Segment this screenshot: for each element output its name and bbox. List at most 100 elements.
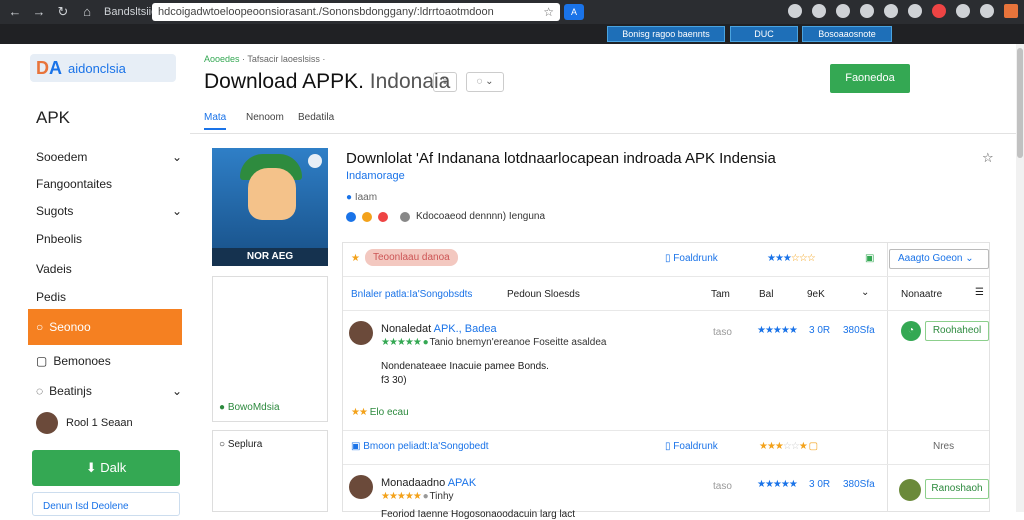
url-text[interactable]: hdcoigadwtoeloopeoonsiorasant./Sononsbdo… (158, 6, 543, 18)
bookmark-button-1[interactable]: Bonisg ragoo baennts (607, 26, 725, 42)
ext-icon-7[interactable] (932, 4, 946, 18)
breadcrumb-current: · Tafsacir laoeslsiss · (242, 54, 326, 64)
breadcrumb-link[interactable]: Aooedes (204, 54, 240, 64)
app-row-2-desc: Feoriod Iaenne Hogosonaoodacuin larg lac… (381, 509, 576, 520)
user-name: Rool 1 Seaan (66, 417, 133, 429)
download-circle-icon[interactable]: ◔ (901, 321, 921, 341)
sidebar-item-4[interactable]: Pnbeolis (36, 232, 182, 246)
user-profile[interactable]: Rool 1 Seaan (36, 412, 133, 434)
sidebar-heading: APK (36, 108, 71, 127)
ext-icon-3[interactable] (836, 4, 850, 18)
browser-toolbar: ← → ↻ ⌂ Bandsltsiiosa hdcoigadwtoeloopeo… (0, 0, 1024, 24)
logo-mark-icon: DA (36, 57, 62, 78)
app-subheading[interactable]: Indamorage (346, 170, 405, 182)
ext-icon-2[interactable] (812, 4, 826, 18)
sidebar-item-5[interactable]: Vadeis (36, 262, 182, 276)
header-col-4[interactable]: Bal (759, 289, 773, 300)
scrollbar[interactable] (1016, 44, 1024, 512)
info-icon (400, 211, 410, 222)
bookmark-button-3[interactable]: Bosoaaosnote (802, 26, 892, 42)
table-row[interactable]: Monadaadno APAK ★★★★★ ● Tinhy Feoriod Ia… (343, 465, 989, 520)
app-row-2-col-2: 3 0R (809, 479, 831, 490)
sort-select[interactable]: Aaagto Goeon ⌄ (889, 249, 989, 269)
header-col-5[interactable]: 9eK (807, 289, 825, 300)
bookmark-star-icon[interactable]: ☆ (543, 5, 554, 19)
verified-icon (308, 154, 322, 168)
rating-stars: ★★★☆☆☆ (767, 253, 816, 264)
list-icon[interactable]: ☰ (975, 287, 984, 298)
bookmark-button-2[interactable]: DUC (730, 26, 798, 42)
ext-icon-4[interactable] (860, 4, 874, 18)
check-icon[interactable]: ▣ (865, 253, 874, 264)
ext-icon-6[interactable] (908, 4, 922, 18)
app-row-2-button[interactable]: Ranoshaoh (925, 479, 989, 499)
developer-label: Iaam (354, 192, 378, 203)
sidebar-item-2[interactable]: Fangoontaites (36, 177, 182, 191)
subheader-label[interactable]: ▣ Bmoon peliadt:Ia'Songobedt (351, 441, 489, 452)
sidebar-item-6[interactable]: Pedis (36, 290, 182, 304)
header-col-2[interactable]: Pedoun Sloesds (507, 289, 580, 300)
home-icon[interactable]: ⌂ (80, 4, 94, 20)
app-row-footer[interactable]: ★★ Elo ecau (351, 407, 409, 418)
extension-icon[interactable]: A (564, 4, 584, 20)
ext-icon-1[interactable] (788, 4, 802, 18)
developer-row[interactable]: ● Iaam (346, 192, 377, 203)
app-row-col-1: taso (713, 327, 732, 338)
app-row-name[interactable]: Nonaledat APK., Badea (381, 323, 497, 335)
download-button[interactable]: ⬇ Dalk (32, 450, 180, 486)
app-icon-image[interactable]: NOR AEG (212, 148, 328, 266)
tab-details[interactable]: Bedatila (298, 112, 334, 123)
sidebar-item-1[interactable]: Sooedem ⌄ (36, 150, 182, 164)
filter-pill[interactable]: Teoonlaau danoa (365, 249, 458, 266)
filter-row: ★ Teoonlaau danoa ▯ Foaldrunk ★★★☆☆☆ ▣ A… (343, 243, 989, 277)
app-row-2-icon[interactable] (899, 479, 921, 501)
page-title: Download APPK. Indonaia (204, 70, 451, 93)
toggle-1[interactable]: ▯ Foaldrunk (665, 253, 718, 264)
extension-icons (788, 4, 1018, 18)
table-header: Bnlaler patla:Ia'Songobsdts Pedoun Sloes… (343, 277, 989, 311)
sidebar-item-bottom-1[interactable]: ▢ Bemonoes (36, 354, 182, 368)
ext-icon-5[interactable] (884, 4, 898, 18)
address-bar[interactable]: hdcoigadwtoeloopeoonsiorasant./Sononsbdo… (152, 3, 560, 21)
sidebar: DA aidonclsia APK Sooedem ⌄ Fangoontaites… (26, 50, 184, 516)
bookmark-icon[interactable]: ☆ (982, 150, 994, 166)
status-dot-icon: ● (219, 402, 228, 413)
table-row[interactable]: Nonaledat APK., Badea ★★★★★ ● Tanio bnem… (343, 311, 989, 431)
side-box-2-label[interactable]: ○ Seplura (219, 439, 262, 450)
tab-main[interactable]: Mata (204, 112, 227, 130)
toggle-2[interactable]: ▯ Foaldrunk (665, 441, 718, 452)
site-logo[interactable]: DA aidonclsia (30, 54, 176, 82)
forward-icon[interactable]: → (32, 4, 46, 20)
avatar (349, 475, 373, 499)
profile-icon[interactable] (1004, 4, 1018, 18)
top-action-button[interactable]: Faonedoa (830, 64, 910, 93)
sidebar-item-3[interactable]: Sugots ⌄ (36, 204, 182, 218)
chevron-down-icon: ⌄ (171, 384, 182, 398)
header-col-1[interactable]: Bnlaler patla:Ia'Songobsdts (351, 289, 472, 300)
rating-stars-2: ★★★☆☆★ ▢ (759, 441, 818, 452)
logo-text: aidonclsia (68, 60, 126, 76)
app-row-2-col-1: taso (713, 481, 732, 492)
scrollbar-thumb[interactable] (1017, 48, 1023, 158)
row2-right-label: Nres (933, 441, 955, 452)
tab-news[interactable]: Nenoom (246, 112, 284, 123)
badge-icon-3 (378, 211, 388, 222)
menu-icon[interactable] (956, 4, 970, 18)
sidebar-item-active[interactable]: ○ Seonoo (28, 309, 182, 345)
meta-row: Kdocoaeod dennnn) Ienguna (346, 211, 545, 222)
main-content: Aooedes · Tafsacir laoeslsiss · Download… (190, 44, 1016, 520)
ext-icon-8[interactable] (980, 4, 994, 18)
header-col-3[interactable]: Tam (711, 289, 730, 300)
app-row-button[interactable]: Roohaheol (925, 321, 989, 341)
reload-icon[interactable]: ↻ (56, 4, 70, 20)
back-icon[interactable]: ← (8, 4, 22, 20)
side-box-1-label[interactable]: ● BowoMdsia (219, 402, 280, 413)
sidebar-link[interactable]: Denun Isd Deolene (32, 492, 180, 516)
more-options-icon[interactable]: ◌ ⌄ (466, 72, 504, 92)
table-subheader: ▣ Bmoon peliadt:Ia'Songobedt ▯ Foaldrunk… (343, 431, 989, 465)
chevron-down-icon[interactable]: ⌄ (861, 287, 869, 298)
app-row-2-name[interactable]: Monadaadno APAK (381, 477, 476, 489)
sidebar-item-bottom-2[interactable]: ◌ Beatinjs ⌄ (36, 384, 182, 398)
bookmark-bar: Bonisg ragoo baennts DUC Bosoaaosnote (0, 24, 1024, 44)
share-icon[interactable]: ⇪ (433, 72, 457, 92)
